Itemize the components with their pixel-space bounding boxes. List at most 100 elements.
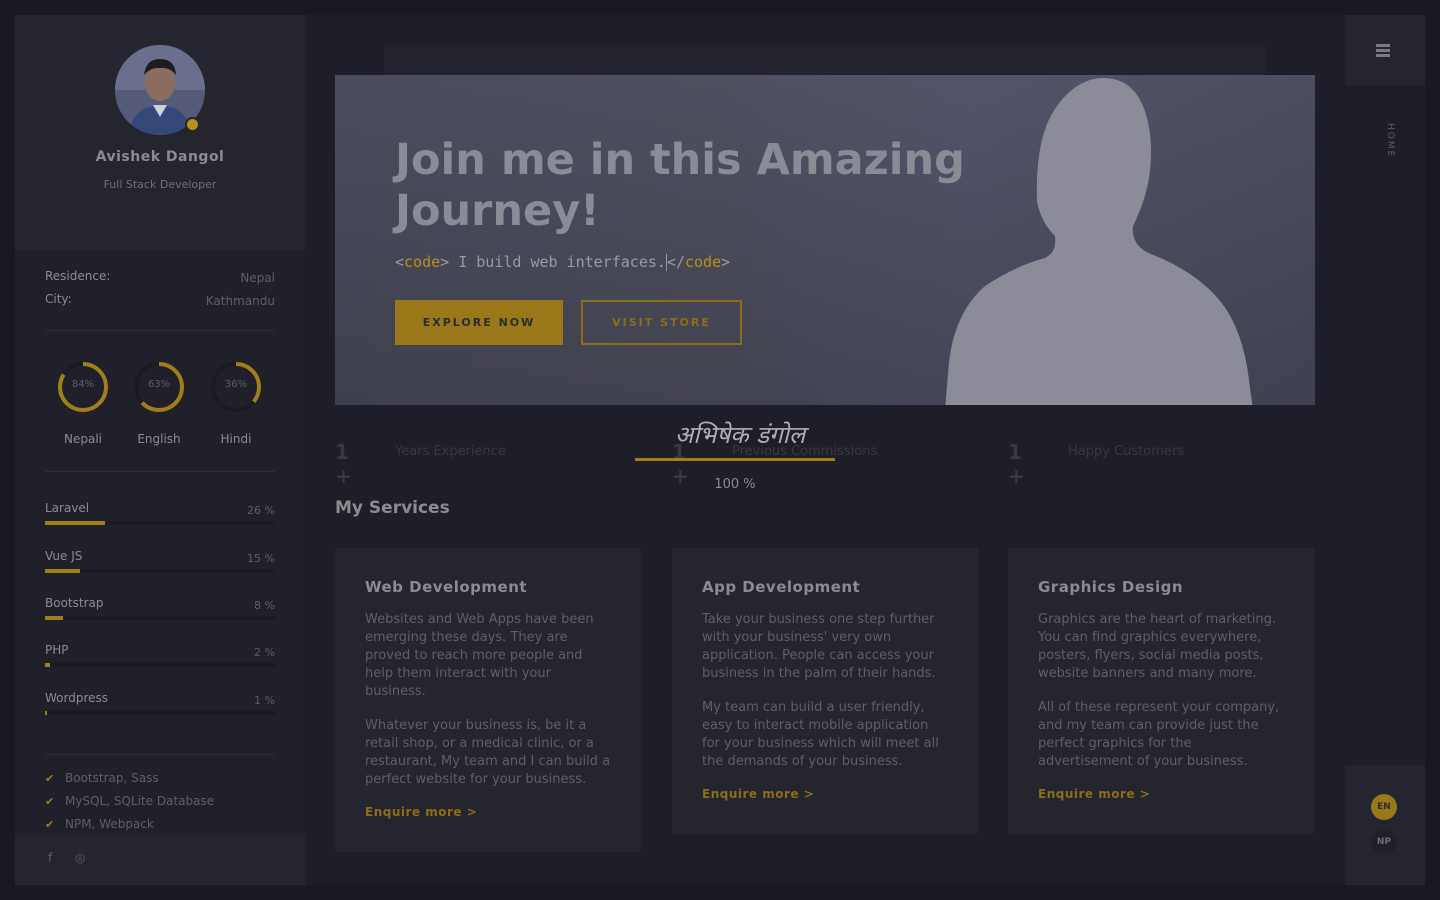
right-nav: HOME EN NP xyxy=(1345,15,1425,885)
divider xyxy=(45,330,275,331)
counter-plus: + xyxy=(335,464,352,488)
info-key: City: xyxy=(45,292,72,306)
hero-title: Join me in this Amazing Journey! xyxy=(395,135,965,236)
service-card-web: Web Development Websites and Web Apps ha… xyxy=(335,548,641,852)
services-title: My Services xyxy=(335,498,450,518)
profile-role: Full Stack Developer xyxy=(103,178,217,191)
tool-label: Bootstrap, Sass xyxy=(65,771,159,785)
explore-now-button[interactable]: EXPLORE NOW xyxy=(395,300,563,345)
info-key: Residence: xyxy=(45,269,111,283)
counter-plus: + xyxy=(1008,464,1025,488)
skill-bootstrap: Bootstrap 8 % xyxy=(45,596,275,626)
skill-percent: 8 % xyxy=(254,599,275,612)
service-text: All of these represent your company, and… xyxy=(1038,700,1280,769)
language-switcher xyxy=(1345,765,1425,885)
code-text: I build web interfaces. xyxy=(449,253,666,271)
service-text: Graphics are the heart of marketing. You… xyxy=(1038,612,1276,681)
facebook-icon[interactable]: f xyxy=(48,851,52,865)
language-percent: 63% xyxy=(147,379,171,390)
language-english: 63% English xyxy=(129,360,189,446)
enquire-more-link[interactable]: Enquire more > xyxy=(1038,787,1150,801)
loader-name: अभिषेक डंगोल xyxy=(674,421,806,449)
enquire-more-link[interactable]: Enquire more > xyxy=(365,805,477,819)
check-icon: ✔ xyxy=(45,795,55,808)
service-card-graphics: Graphics Design Graphics are the heart o… xyxy=(1008,548,1314,834)
service-title: Web Development xyxy=(365,578,528,596)
skill-track xyxy=(45,521,275,525)
code-tag: code xyxy=(404,253,441,271)
skill-track xyxy=(45,569,275,573)
info-row-city: City: Kathmandu xyxy=(45,292,275,312)
skill-percent: 15 % xyxy=(247,552,275,565)
service-text: Whatever your business is, be it a retai… xyxy=(365,718,611,787)
skill-percent: 2 % xyxy=(254,646,275,659)
skill-php: PHP 2 % xyxy=(45,643,275,673)
counter-label: Years Experience xyxy=(395,444,506,459)
enquire-more-link[interactable]: Enquire more > xyxy=(702,787,814,801)
tool-label: MySQL, SQLite Database xyxy=(65,794,215,808)
check-icon: ✔ xyxy=(45,772,55,785)
counter-value: 1 xyxy=(335,440,349,464)
service-card-app: App Development Take your business one s… xyxy=(672,548,978,834)
online-status-dot xyxy=(185,117,200,132)
language-name: Nepali xyxy=(64,432,102,446)
menu-bar xyxy=(1345,15,1425,85)
info-row-residence: Residence: Nepal xyxy=(45,269,275,289)
counter-value: 1 xyxy=(1008,440,1022,464)
app-frame: Avishek Dangol Full Stack Developer Resi… xyxy=(15,15,1425,885)
service-text: Take your business one step further with… xyxy=(702,612,936,681)
skill-name: Laravel xyxy=(45,501,90,515)
tool-item: ✔ MySQL, SQLite Database xyxy=(45,794,214,812)
profile-name: Avishek Dangol xyxy=(95,149,225,165)
service-text: My team can build a user friendly, easy … xyxy=(702,700,939,769)
code-bracket: > xyxy=(721,253,731,271)
language-percent: 84% xyxy=(71,379,95,390)
skill-bar-fill xyxy=(45,663,50,667)
skill-bar-fill xyxy=(45,521,105,525)
info-value: Kathmandu xyxy=(205,294,275,308)
skill-track xyxy=(45,711,275,715)
code-tag: code xyxy=(685,253,722,271)
skill-track xyxy=(45,663,275,667)
language-percent: 36% xyxy=(224,379,248,390)
menu-icon[interactable] xyxy=(1376,44,1390,57)
service-title: App Development xyxy=(702,578,861,596)
visit-store-button[interactable]: VISIT STORE xyxy=(581,300,742,345)
code-bracket: </ xyxy=(666,253,685,271)
divider xyxy=(45,754,275,755)
lang-en-button[interactable]: EN xyxy=(1371,794,1397,820)
skill-wordpress: Wordpress 1 % xyxy=(45,691,275,721)
instagram-icon[interactable]: ◎ xyxy=(75,851,85,865)
language-nepali: 84% Nepali xyxy=(53,360,113,446)
counter-number: 1 + xyxy=(1008,440,1025,488)
code-bracket: < xyxy=(395,253,405,271)
counter-label: Happy Customers xyxy=(1068,444,1184,459)
tool-label: NPM, Webpack xyxy=(65,817,154,831)
skill-bar-fill xyxy=(45,711,48,715)
tool-item: ✔ NPM, Webpack xyxy=(45,817,154,835)
nav-link-home[interactable]: HOME xyxy=(1375,123,1395,163)
code-bracket: > xyxy=(440,253,450,271)
hero-backdrop xyxy=(384,45,1266,75)
skill-percent: 1 % xyxy=(254,694,275,707)
lang-np-button[interactable]: NP xyxy=(1371,829,1397,855)
loader-progress-bar xyxy=(635,458,835,461)
main-content: Join me in this Amazing Journey! <code> … xyxy=(305,15,1345,885)
skill-bar-fill xyxy=(45,569,80,573)
hero-typed-code: <code> I build web interfaces.</code> xyxy=(395,253,730,271)
language-name: English xyxy=(137,432,181,446)
counter-number: 1 + xyxy=(335,440,352,488)
profile-card: Avishek Dangol Full Stack Developer xyxy=(15,15,305,250)
skill-name: PHP xyxy=(45,643,69,657)
social-links: f ◎ xyxy=(15,835,305,885)
divider xyxy=(45,471,275,472)
skill-bar-fill xyxy=(45,616,64,620)
info-value: Nepal xyxy=(240,271,275,285)
tool-item: ✔ Bootstrap, Sass xyxy=(45,771,159,789)
skill-name: Bootstrap xyxy=(45,596,104,610)
person-silhouette xyxy=(945,77,1253,405)
nav-links xyxy=(1345,85,1425,765)
loader-progress-text: 100 % xyxy=(714,477,756,492)
skill-name: Wordpress xyxy=(45,691,109,705)
language-hindi: 36% Hindi xyxy=(206,360,266,446)
